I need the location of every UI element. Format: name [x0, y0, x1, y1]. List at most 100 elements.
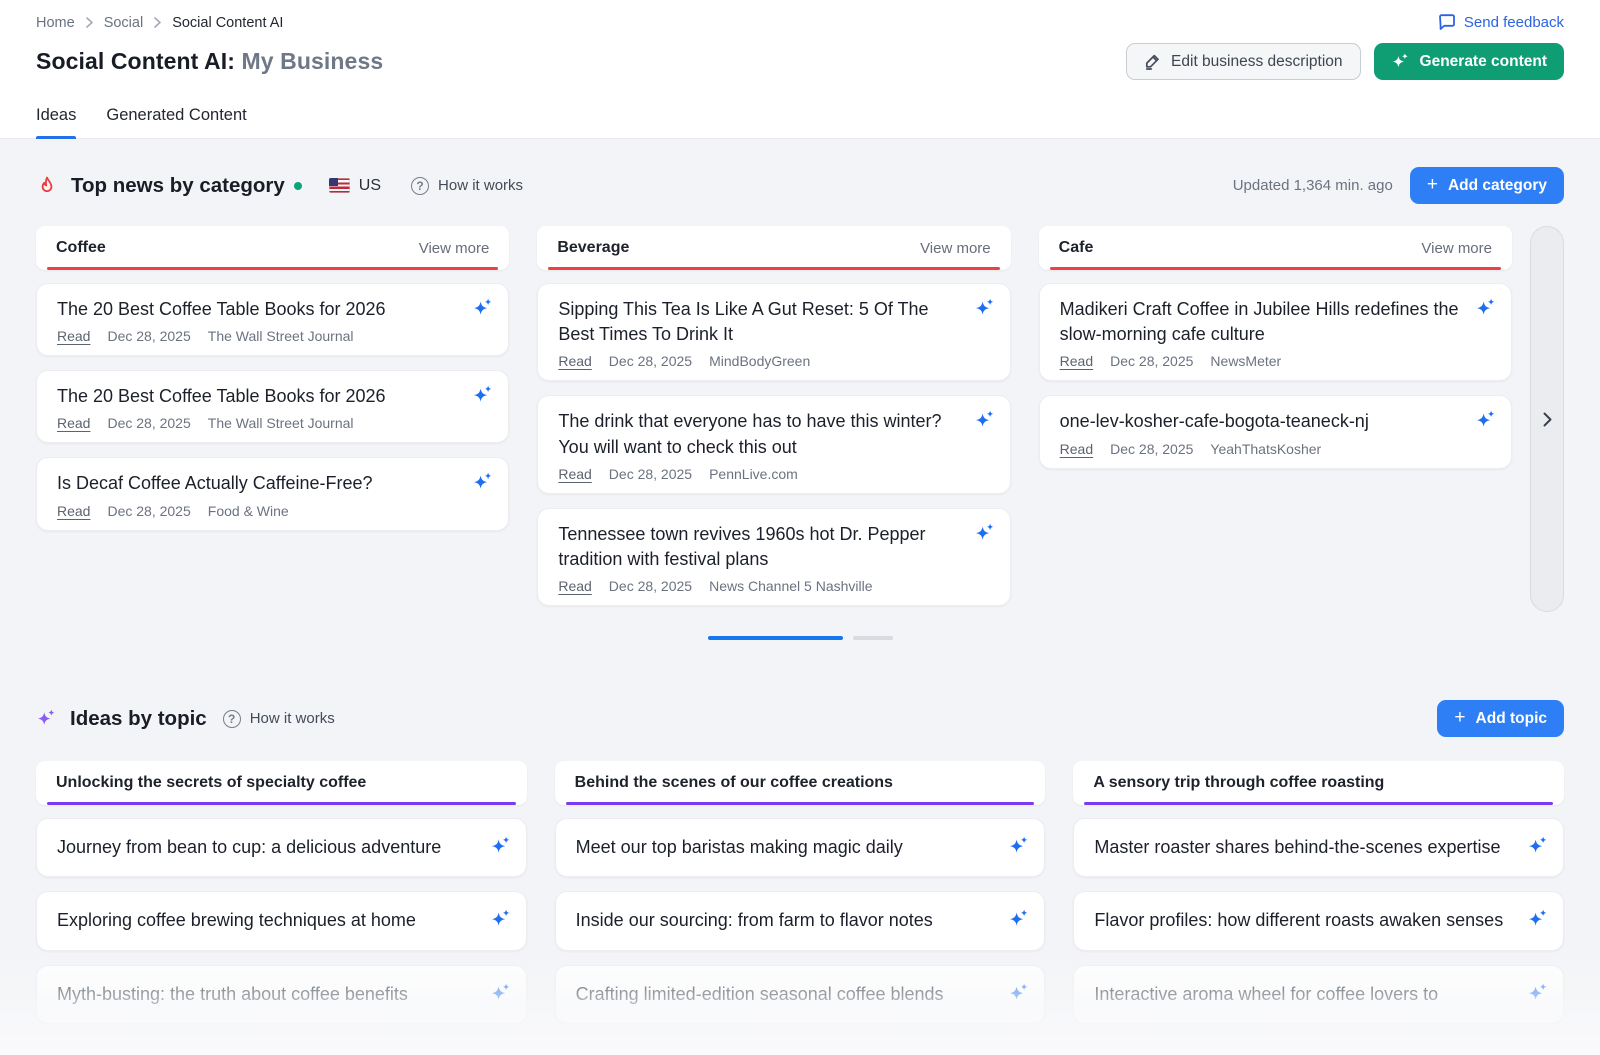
ideas-columns: Unlocking the secrets of specialty coffe… [36, 761, 1564, 1038]
question-circle-icon: ? [223, 710, 241, 728]
read-link[interactable]: Read [558, 466, 591, 482]
idea-card[interactable]: Journey from bean to cup: a delicious ad… [36, 818, 527, 877]
read-link[interactable]: Read [1060, 441, 1093, 457]
generate-from-idea-button[interactable] [1008, 982, 1030, 1004]
generate-from-article-button[interactable] [1475, 297, 1497, 319]
news-category-column: Coffee View more The 20 Best Coffee Tabl… [36, 226, 509, 545]
news-article-card[interactable]: The drink that everyone has to have this… [537, 395, 1010, 493]
idea-card[interactable]: Master roaster shares behind-the-scenes … [1073, 818, 1564, 877]
idea-card[interactable]: Interactive aroma wheel for coffee lover… [1073, 965, 1564, 1024]
how-it-works-link[interactable]: ? How it works [223, 710, 335, 728]
add-category-button[interactable]: + Add category [1410, 167, 1564, 204]
feedback-bubble-icon [1438, 14, 1456, 31]
edit-business-description-button[interactable]: Edit business description [1126, 43, 1360, 80]
news-article-card[interactable]: Tennessee town revives 1960s hot Dr. Pep… [537, 508, 1010, 606]
generate-from-article-button[interactable] [1475, 409, 1497, 431]
tab-ideas[interactable]: Ideas [36, 106, 76, 138]
breadcrumb-current: Social Content AI [172, 15, 283, 31]
business-name: My Business [242, 48, 384, 74]
how-it-works-link[interactable]: ? How it works [411, 177, 523, 195]
ai-sparkle-icon [1475, 409, 1497, 431]
pagination-bar[interactable] [853, 636, 893, 640]
ai-sparkle-icon [1527, 908, 1549, 930]
read-link[interactable]: Read [558, 353, 591, 369]
read-link[interactable]: Read [57, 415, 90, 431]
news-article-card[interactable]: Madikeri Craft Coffee in Jubilee Hills r… [1039, 283, 1512, 381]
idea-title: Myth-busting: the truth about coffee ben… [57, 982, 478, 1007]
news-article-card[interactable]: The 20 Best Coffee Table Books for 2026 … [36, 283, 509, 356]
plus-icon: + [1454, 708, 1465, 727]
idea-card[interactable]: Exploring coffee brewing techniques at h… [36, 891, 527, 950]
idea-card[interactable]: Meet our top baristas making magic daily [555, 818, 1046, 877]
generate-from-idea-button[interactable] [1527, 835, 1549, 857]
breadcrumb: Home Social Social Content AI [36, 15, 283, 31]
topic-name: A sensory trip through coffee roasting [1093, 774, 1384, 792]
generate-from-idea-button[interactable] [490, 982, 512, 1004]
idea-title: Crafting limited-edition seasonal coffee… [576, 982, 997, 1007]
ai-sparkle-icon [974, 409, 996, 431]
news-article-card[interactable]: Is Decaf Coffee Actually Caffeine-Free? … [36, 457, 509, 530]
generate-from-article-button[interactable] [974, 522, 996, 544]
page-header: Home Social Social Content AI Send feedb… [0, 0, 1600, 139]
generate-from-article-button[interactable] [472, 384, 494, 406]
article-title: The 20 Best Coffee Table Books for 2026 [57, 297, 460, 322]
read-link[interactable]: Read [1060, 353, 1093, 369]
news-article-card[interactable]: Sipping This Tea Is Like A Gut Reset: 5 … [537, 283, 1010, 381]
generate-from-idea-button[interactable] [1008, 835, 1030, 857]
news-category-column: Beverage View more Sipping This Tea Is L… [537, 226, 1010, 620]
generate-from-idea-button[interactable] [1008, 908, 1030, 930]
article-date: Dec 28, 2025 [609, 578, 692, 594]
article-source: PennLive.com [709, 466, 798, 482]
chevron-right-icon [1543, 412, 1552, 427]
generate-from-idea-button[interactable] [1527, 908, 1549, 930]
add-topic-button[interactable]: + Add topic [1437, 700, 1564, 737]
article-date: Dec 28, 2025 [609, 353, 692, 369]
category-header-card: Cafe View more [1039, 226, 1512, 270]
pencil-icon [1144, 53, 1161, 70]
article-date: Dec 28, 2025 [1110, 441, 1193, 457]
generate-from-article-button[interactable] [974, 409, 996, 431]
ai-sparkle-icon [472, 384, 494, 406]
idea-card[interactable]: Myth-busting: the truth about coffee ben… [36, 965, 527, 1024]
idea-card[interactable]: Crafting limited-edition seasonal coffee… [555, 965, 1046, 1024]
section-title: Ideas by topic [70, 707, 207, 731]
country-label: US [359, 177, 381, 195]
news-article-card[interactable]: one-lev-kosher-cafe-bogota-teaneck-nj Re… [1039, 395, 1512, 468]
article-source: News Channel 5 Nashville [709, 578, 872, 594]
carousel-next-button[interactable] [1530, 226, 1564, 612]
category-name: Coffee [56, 239, 106, 257]
idea-card[interactable]: Flavor profiles: how different roasts aw… [1073, 891, 1564, 950]
article-list: Madikeri Craft Coffee in Jubilee Hills r… [1039, 283, 1512, 469]
ai-sparkle-icon [1527, 835, 1549, 857]
read-link[interactable]: Read [57, 503, 90, 519]
read-link[interactable]: Read [558, 578, 591, 594]
article-title: Sipping This Tea Is Like A Gut Reset: 5 … [558, 297, 961, 347]
top-news-section: Top news by category US ? How it works U… [36, 167, 1564, 640]
generate-from-idea-button[interactable] [490, 835, 512, 857]
generate-content-button[interactable]: Generate content [1374, 43, 1564, 80]
idea-card[interactable]: Inside our sourcing: from farm to flavor… [555, 891, 1046, 950]
read-link[interactable]: Read [57, 328, 90, 344]
article-date: Dec 28, 2025 [1110, 353, 1193, 369]
generate-from-article-button[interactable] [974, 297, 996, 319]
tab-generated-content[interactable]: Generated Content [106, 106, 246, 138]
article-date: Dec 28, 2025 [107, 415, 190, 431]
view-more-link[interactable]: View more [419, 240, 490, 257]
generate-from-article-button[interactable] [472, 297, 494, 319]
topic-name: Behind the scenes of our coffee creation… [575, 774, 893, 792]
generate-from-idea-button[interactable] [490, 908, 512, 930]
breadcrumb-home[interactable]: Home [36, 15, 75, 31]
breadcrumb-social[interactable]: Social [104, 15, 144, 31]
pagination-bar-active[interactable] [708, 636, 843, 640]
topic-name: Unlocking the secrets of specialty coffe… [56, 774, 366, 792]
view-more-link[interactable]: View more [920, 240, 991, 257]
view-more-link[interactable]: View more [1421, 240, 1492, 257]
generate-from-article-button[interactable] [472, 471, 494, 493]
news-article-card[interactable]: The 20 Best Coffee Table Books for 2026 … [36, 370, 509, 443]
generate-from-idea-button[interactable] [1527, 982, 1549, 1004]
idea-list: Master roaster shares behind-the-scenes … [1073, 818, 1564, 1024]
topic-header-card: Behind the scenes of our coffee creation… [555, 761, 1046, 805]
article-date: Dec 28, 2025 [609, 466, 692, 482]
send-feedback-link[interactable]: Send feedback [1438, 14, 1564, 31]
article-list: The 20 Best Coffee Table Books for 2026 … [36, 283, 509, 531]
